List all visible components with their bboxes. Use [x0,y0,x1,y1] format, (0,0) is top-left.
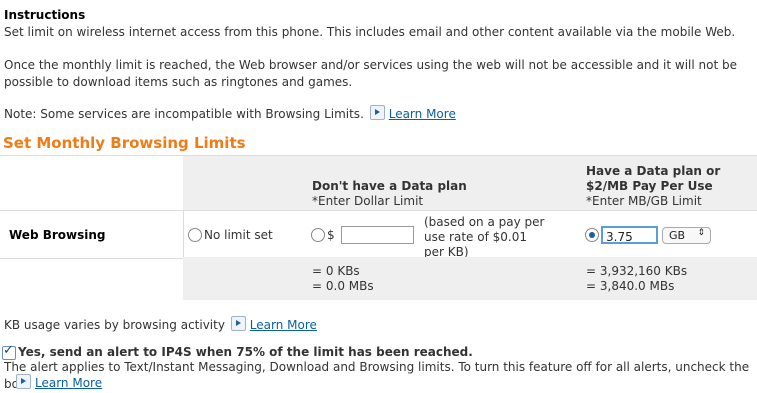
dollar-limit-radio[interactable] [311,228,325,242]
note-line: Note: Some services are incompatible wit… [4,105,754,123]
alert-label: Yes, send an alert to IP4S when 75% of t… [18,345,473,359]
play-arrow-icon[interactable] [369,105,385,120]
dollar-limit-input[interactable] [341,226,414,244]
browsing-limits-page: Instructions Set limit on wireless inter… [0,0,757,392]
data-mb-total: = 3,840.0 MBs [586,279,675,293]
alert-learn-more-link[interactable]: Learn More [35,376,102,390]
no-limit-radio[interactable] [188,228,202,242]
data-plan-heading-2: $2/MB Pay Per Use [586,179,713,193]
limits-table: Don't have a Data plan *Enter Dollar Lim… [0,155,757,311]
alert-learn-more-line: Learn More [14,374,757,392]
section-title: Set Monthly Browsing Limits [3,134,246,152]
instructions-line-1: Set limit on wireless internet access fr… [4,25,736,39]
no-data-plan-sub: *Enter Dollar Limit [312,194,424,208]
data-plan-heading-1: Have a Data plan or [586,164,721,178]
data-limit-radio[interactable] [585,228,599,242]
note-text: Note: Some services are incompatible wit… [4,107,364,121]
dollar-symbol: $ [327,228,335,242]
learn-more-link[interactable]: Learn More [389,107,456,121]
no-limit-label: No limit set [204,228,273,242]
data-plan-sub: *Enter MB/GB Limit [586,194,702,208]
rate-note-2: use rate of $0.01 [424,230,527,244]
unit-select-value: GB [669,229,686,242]
play-arrow-icon[interactable] [230,316,246,331]
kb-note-line: KB usage varies by browsing activity Lea… [4,316,754,334]
web-browsing-row: Web Browsing No limit set $ (based on a … [0,210,757,259]
no-data-plan-heading: Don't have a Data plan [312,179,467,193]
data-limit-input[interactable]: 3.75 [601,226,658,244]
instructions-line-2a: Once the monthly limit is reached, the W… [4,58,738,72]
instructions-line-2b: possible to download items such as ringt… [4,75,353,89]
totals-row: = 0 KBs = 0.0 MBs = 3,932,160 KBs = 3,84… [0,257,757,307]
no-data-kb-total: = 0 KBs [312,264,360,278]
table-header-row: Don't have a Data plan *Enter Dollar Lim… [0,155,757,211]
kb-note-text: KB usage varies by browsing activity [4,318,225,332]
instructions-heading: Instructions [4,8,86,22]
column-divider [183,211,184,258]
updown-arrows-icon: ⇕ [697,228,705,238]
play-arrow-icon[interactable] [16,374,31,389]
kb-learn-more-link[interactable]: Learn More [250,318,317,332]
data-kb-total: = 3,932,160 KBs [586,264,688,278]
no-data-mb-total: = 0.0 MBs [312,279,374,293]
rate-note-1: (based on a pay per [424,215,545,229]
unit-select[interactable]: GB ⇕ [662,227,711,244]
alert-checkbox[interactable] [2,343,16,360]
web-browsing-label: Web Browsing [9,228,106,242]
